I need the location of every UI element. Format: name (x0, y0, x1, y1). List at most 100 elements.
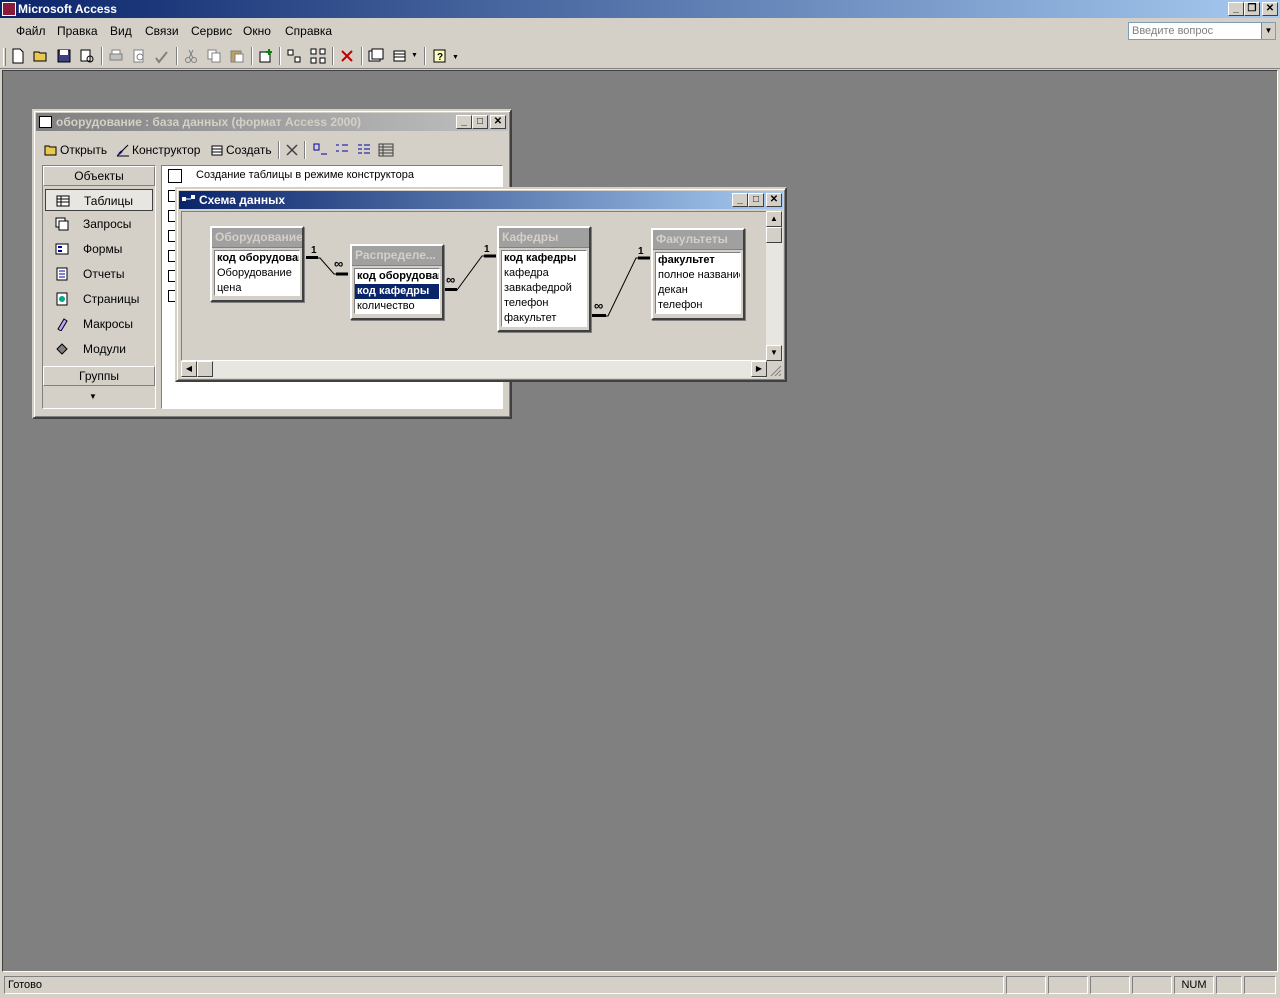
help-search-input[interactable]: Введите вопрос ▼ (1128, 22, 1276, 40)
list-view-icon[interactable] (356, 142, 372, 158)
status-panel (1048, 976, 1088, 994)
field[interactable]: код оборудован (355, 269, 439, 284)
field[interactable]: код оборудован (215, 251, 299, 266)
db-minimize-button[interactable]: _ (456, 115, 472, 129)
object-label: Модули (83, 342, 126, 356)
table-title[interactable]: Оборудование (212, 228, 302, 248)
database-window-title-bar[interactable]: оборудование : база данных (формат Acces… (36, 113, 508, 131)
object-forms[interactable]: Формы (45, 238, 153, 260)
toolbar-grip[interactable] (3, 48, 6, 66)
vertical-scrollbar[interactable]: ▲ ▼ (766, 211, 783, 361)
menu-edit[interactable]: Правка (57, 24, 98, 38)
field[interactable]: декан (656, 283, 740, 298)
horizontal-scrollbar[interactable]: ◀ ▶ (181, 361, 767, 378)
spelling-icon[interactable] (152, 46, 172, 66)
menu-relationships[interactable]: Связи (145, 24, 179, 38)
file-search-icon[interactable] (77, 46, 97, 66)
access-icon[interactable] (2, 2, 16, 16)
field[interactable]: телефон (656, 298, 740, 313)
new-object-icon[interactable]: ▼ (390, 46, 420, 66)
relationships-window: Схема данных _ □ ✕ 1 ∞ ∞ 1 ∞ 1 Оборудова… (175, 187, 787, 382)
object-reports[interactable]: Отчеты (45, 263, 153, 285)
svg-text:?: ? (437, 52, 443, 63)
field[interactable]: кафедра (502, 266, 586, 281)
show-direct-icon[interactable] (284, 46, 304, 66)
print-icon[interactable] (106, 46, 126, 66)
restore-button[interactable]: ❐ (1244, 2, 1260, 16)
report-icon (56, 267, 68, 281)
save-icon[interactable] (54, 46, 74, 66)
scroll-down-icon[interactable]: ▼ (766, 345, 782, 361)
list-item[interactable]: Создание таблицы в режиме конструктора (196, 169, 414, 181)
field[interactable]: код кафедры (502, 251, 586, 266)
field[interactable]: полное название (656, 268, 740, 283)
menu-help[interactable]: Справка (285, 24, 332, 38)
relationships-canvas[interactable]: 1 ∞ ∞ 1 ∞ 1 Оборудование код оборудован … (181, 211, 767, 361)
object-tables[interactable]: Таблицы (45, 189, 153, 211)
groups-header[interactable]: Группы (43, 366, 155, 386)
chevron-down-icon[interactable]: ▼ (89, 392, 97, 401)
table-title[interactable]: Распределе... (352, 246, 442, 266)
rel-maximize-button[interactable]: □ (748, 193, 764, 207)
details-view-icon[interactable] (378, 142, 394, 158)
show-table-icon[interactable] (256, 46, 276, 66)
field-selected[interactable]: код кафедры (355, 284, 439, 299)
table-faculties[interactable]: Факультеты факультет полное название дек… (651, 228, 745, 320)
resize-grip-icon[interactable] (768, 363, 782, 377)
field[interactable]: количество (355, 299, 439, 314)
field[interactable]: Оборудование (215, 266, 299, 281)
db-close-button[interactable]: ✕ (490, 115, 506, 129)
table-title[interactable]: Факультеты (653, 230, 743, 250)
table-departments[interactable]: Кафедры код кафедры кафедра завкафедрой … (497, 226, 591, 332)
menu-window[interactable]: Окно (243, 24, 271, 38)
field[interactable]: факультет (656, 253, 740, 268)
table-icon (56, 195, 70, 207)
copy-icon[interactable] (204, 46, 224, 66)
large-icons-icon[interactable] (312, 142, 328, 158)
rel-close-button[interactable]: ✕ (766, 193, 782, 207)
minimize-button[interactable]: _ (1228, 2, 1244, 16)
paste-icon[interactable] (227, 46, 247, 66)
delete-object-icon[interactable] (284, 142, 300, 158)
print-preview-icon[interactable] (129, 46, 149, 66)
scroll-right-icon[interactable]: ▶ (751, 361, 767, 377)
cut-icon[interactable] (181, 46, 201, 66)
open-folder-icon[interactable] (31, 46, 51, 66)
show-all-relationships-icon[interactable] (308, 46, 328, 66)
macro-icon (57, 318, 68, 331)
table-distribution[interactable]: Распределе... код оборудован код кафедры… (350, 244, 444, 320)
objects-header[interactable]: Объекты (43, 166, 155, 186)
scroll-thumb[interactable] (197, 361, 213, 377)
small-icons-icon[interactable] (334, 142, 350, 158)
scroll-up-icon[interactable]: ▲ (766, 211, 782, 227)
create-button[interactable]: Создать (210, 141, 272, 159)
object-macros[interactable]: Макросы (45, 313, 153, 335)
object-modules[interactable]: Модули (45, 338, 153, 360)
relationships-title-bar[interactable]: Схема данных (179, 191, 783, 209)
help-icon[interactable]: ? ▼ (430, 46, 460, 66)
chevron-down-icon[interactable]: ▼ (1261, 23, 1275, 39)
scroll-thumb[interactable] (766, 227, 782, 243)
field[interactable]: завкафедрой (502, 281, 586, 296)
database-window-icon[interactable] (366, 46, 386, 66)
db-maximize-button[interactable]: □ (472, 115, 488, 129)
field[interactable]: телефон (502, 296, 586, 311)
open-button[interactable]: Открыть (44, 141, 107, 159)
menu-tools[interactable]: Сервис (191, 24, 232, 38)
field[interactable]: факультет (502, 311, 586, 326)
app-title-bar[interactable]: Microsoft Access (0, 0, 1280, 18)
object-pages[interactable]: Страницы (45, 288, 153, 310)
scroll-left-icon[interactable]: ◀ (181, 361, 197, 377)
rel-minimize-button[interactable]: _ (732, 193, 748, 207)
field[interactable]: цена (215, 281, 299, 296)
menu-view[interactable]: Вид (110, 24, 132, 38)
new-file-icon[interactable] (8, 46, 28, 66)
delete-icon[interactable] (337, 46, 357, 66)
design-button[interactable]: Конструктор (116, 141, 200, 159)
table-equipment[interactable]: Оборудование код оборудован Оборудование… (210, 226, 304, 302)
table-title[interactable]: Кафедры (499, 228, 589, 248)
close-button[interactable]: ✕ (1262, 2, 1278, 16)
object-queries[interactable]: Запросы (45, 213, 153, 235)
relationships-icon (182, 195, 196, 205)
menu-file[interactable]: Файл (16, 24, 46, 38)
